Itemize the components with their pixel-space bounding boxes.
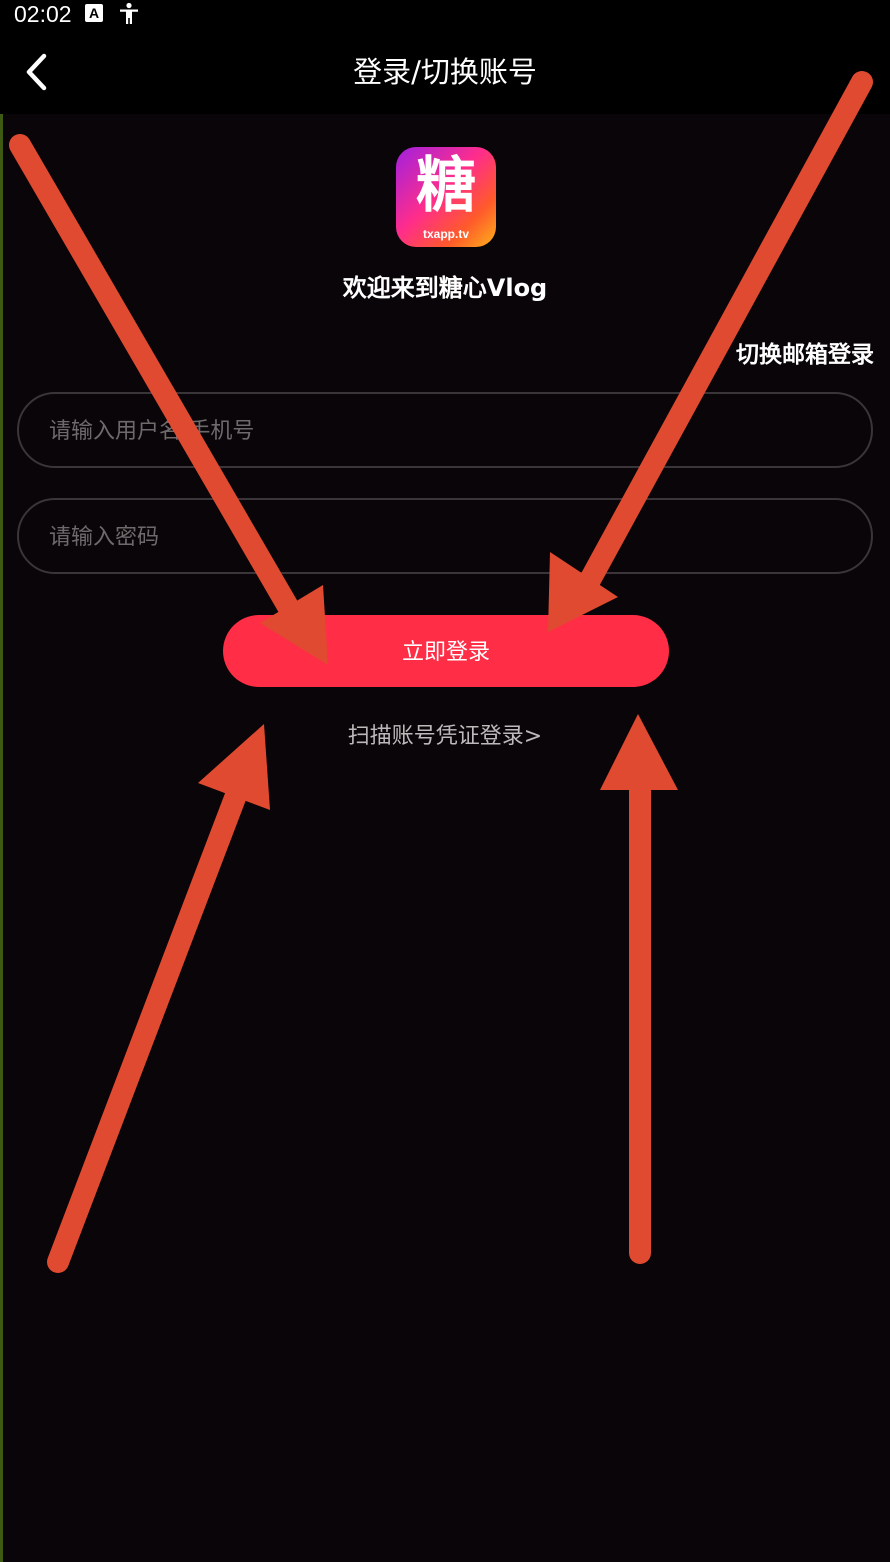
- username-input[interactable]: [47, 394, 851, 468]
- accessibility-icon: [120, 2, 138, 24]
- arrow-shaft-bottom-left: [47, 779, 249, 1273]
- password-field: [17, 498, 873, 574]
- welcome-text: 欢迎来到糖心Vlog: [342, 274, 548, 302]
- notification-a-icon: A: [85, 4, 103, 22]
- login-button[interactable]: 立即登录: [223, 615, 669, 687]
- username-field: [17, 392, 873, 468]
- login-screen: 02:02 A 登录/切换账号 糖 txapp.tv 欢迎来到糖心Vlog 切换…: [0, 0, 890, 1562]
- navigation-bar: 登录/切换账号: [0, 30, 890, 114]
- window-edge: [0, 0, 3, 1562]
- logo-domain-text: txapp.tv: [422, 227, 469, 241]
- status-bar: 02:02 A: [0, 0, 890, 30]
- chevron-left-icon[interactable]: [20, 52, 54, 92]
- page-title: 登录/切换账号: [353, 55, 537, 89]
- password-input[interactable]: [47, 500, 851, 574]
- switch-email-login-link[interactable]: 切换邮箱登录: [736, 336, 874, 374]
- app-logo: 糖 txapp.tv: [396, 147, 496, 247]
- status-time: 02:02: [14, 1, 72, 27]
- scan-credential-login-link[interactable]: 扫描账号凭证登录>: [0, 718, 890, 756]
- logo-character: 糖: [416, 151, 476, 221]
